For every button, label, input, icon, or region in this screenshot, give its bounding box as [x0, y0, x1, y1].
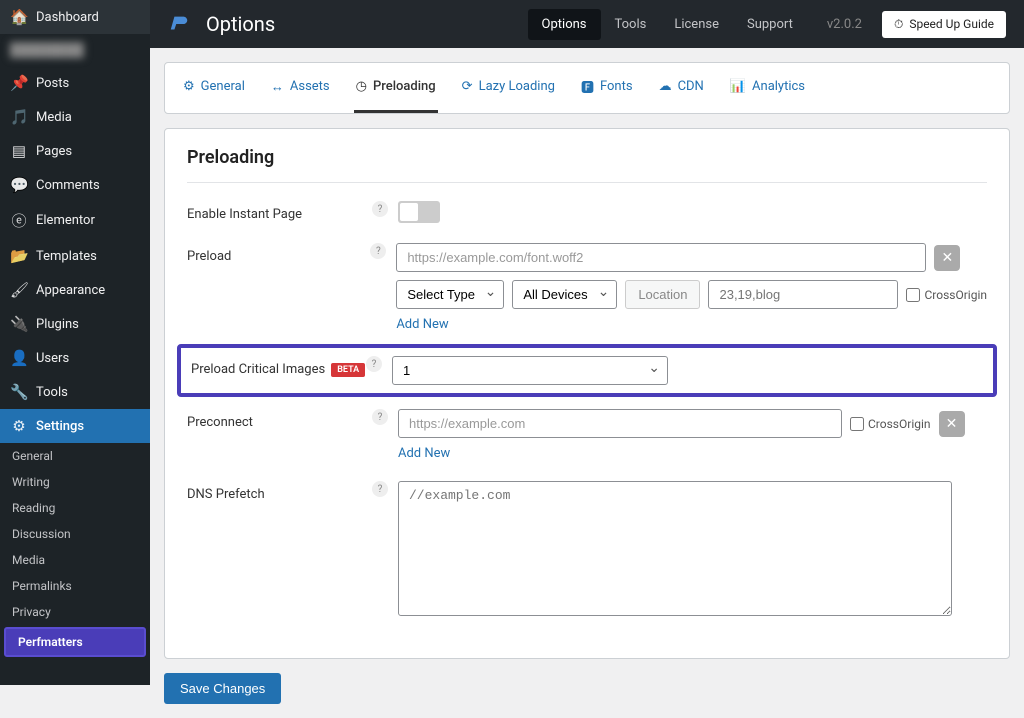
sidebar-item-tools[interactable]: 🔧Tools [0, 375, 150, 409]
add-new-preconnect-link[interactable]: Add New [398, 446, 450, 461]
preload-label: Preload [187, 243, 370, 264]
dashboard-icon: 🏠 [10, 8, 28, 26]
tab-general[interactable]: ⚙General [181, 63, 247, 113]
code-icon: ↔ [271, 79, 284, 95]
pin-icon: 📌 [10, 74, 28, 92]
cloud-icon: ☁ [659, 79, 672, 94]
perfmatters-logo-icon [168, 13, 190, 35]
sidebar-item-pages[interactable]: ▤Pages [0, 134, 150, 168]
sidebar-item-plugins[interactable]: 🔌Plugins [0, 307, 150, 341]
location-button[interactable]: Location [625, 280, 700, 309]
sidebar-item-templates[interactable]: 📂Templates [0, 239, 150, 273]
crossorigin-checkbox[interactable] [906, 288, 920, 302]
preconnect-crossorigin-label[interactable]: CrossOrigin [850, 417, 931, 431]
preload-row: Preload ? ✕ Select Type All Devices Loca… [187, 243, 987, 332]
clock-icon: ◷ [356, 79, 367, 94]
topbar-tab-license[interactable]: License [660, 9, 733, 40]
elementor-icon: ⓔ [10, 210, 28, 231]
media-icon: 🎵 [10, 108, 28, 126]
location-input[interactable] [708, 280, 898, 309]
help-icon[interactable]: ? [366, 356, 382, 372]
main-area: Options Options Tools License Support v2… [150, 0, 1024, 685]
templates-icon: 📂 [10, 247, 28, 265]
settings-icon: ⚙ [10, 417, 28, 435]
tab-analytics[interactable]: 📊Analytics [728, 63, 807, 113]
preconnect-crossorigin-checkbox[interactable] [850, 417, 864, 431]
instant-page-toggle[interactable] [398, 201, 440, 223]
gauge-icon: ⏱ [894, 17, 903, 32]
select-type-dropdown[interactable]: Select Type [396, 280, 504, 309]
topbar-tab-tools[interactable]: Tools [601, 9, 661, 40]
sidebar-item-elementor[interactable]: ⓔElementor [0, 202, 150, 239]
refresh-icon: ⟳ [462, 79, 473, 94]
plugin-topbar: Options Options Tools License Support v2… [150, 0, 1024, 48]
preconnect-url-input[interactable] [398, 409, 842, 438]
tools-icon: 🔧 [10, 383, 28, 401]
topbar-tab-options[interactable]: Options [528, 9, 601, 40]
all-devices-dropdown[interactable]: All Devices [512, 280, 617, 309]
sidebar-sub-discussion[interactable]: Discussion [0, 521, 150, 547]
sidebar-item-users[interactable]: 👤Users [0, 341, 150, 375]
appearance-icon: 🖌 [10, 281, 28, 299]
sidebar-sub-writing[interactable]: Writing [0, 469, 150, 495]
help-icon[interactable]: ? [370, 243, 386, 259]
page-title: Options [206, 12, 518, 36]
preloading-panel: Preloading Enable Instant Page ? Preload… [164, 128, 1010, 659]
version-label: v2.0.2 [827, 17, 862, 32]
sidebar-item-comments[interactable]: 💬Comments [0, 168, 150, 202]
dns-prefetch-label: DNS Prefetch [187, 481, 372, 502]
dns-prefetch-row: DNS Prefetch ? [187, 481, 987, 620]
sidebar-sub-privacy[interactable]: Privacy [0, 599, 150, 625]
content-area: ⚙General ↔Assets ◷Preloading ⟳Lazy Loadi… [150, 48, 1024, 718]
delete-preload-button[interactable]: ✕ [934, 245, 960, 271]
sidebar-item-appearance[interactable]: 🖌Appearance [0, 273, 150, 307]
sidebar-sub-general[interactable]: General [0, 443, 150, 469]
help-icon[interactable]: ? [372, 409, 388, 425]
preload-url-input[interactable] [396, 243, 926, 272]
dns-prefetch-textarea[interactable] [398, 481, 952, 616]
speed-up-guide-button[interactable]: ⏱Speed Up Guide [882, 11, 1006, 38]
critical-images-dropdown[interactable]: 1 [392, 356, 668, 385]
sidebar-sub-permalinks[interactable]: Permalinks [0, 573, 150, 599]
critical-images-row: Preload Critical ImagesBETA ? 1 [177, 344, 997, 397]
comments-icon: 💬 [10, 176, 28, 194]
gear-icon: ⚙ [183, 79, 195, 94]
sidebar-item-dashboard[interactable]: 🏠Dashboard [0, 0, 150, 34]
tab-preloading[interactable]: ◷Preloading [354, 63, 438, 113]
chart-icon: 📊 [730, 79, 746, 94]
panel-title: Preloading [187, 147, 987, 183]
admin-sidebar: 🏠Dashboard ████████ 📌Posts 🎵Media ▤Pages… [0, 0, 150, 685]
instant-page-label: Enable Instant Page [187, 201, 372, 222]
sidebar-sub-reading[interactable]: Reading [0, 495, 150, 521]
sidebar-item-media[interactable]: 🎵Media [0, 100, 150, 134]
tab-cdn[interactable]: ☁CDN [657, 63, 706, 113]
font-icon: 🅵 [581, 77, 594, 96]
crossorigin-checkbox-label[interactable]: CrossOrigin [906, 288, 987, 302]
critical-images-label: Preload Critical ImagesBETA [191, 356, 366, 377]
sidebar-item-posts[interactable]: 📌Posts [0, 66, 150, 100]
save-changes-button[interactable]: Save Changes [164, 673, 281, 704]
beta-badge: BETA [331, 363, 365, 377]
sidebar-item-obscured: ████████ [0, 34, 150, 66]
plugins-icon: 🔌 [10, 315, 28, 333]
help-icon[interactable]: ? [372, 201, 388, 217]
preconnect-label: Preconnect [187, 409, 372, 430]
sidebar-item-settings[interactable]: ⚙Settings [0, 409, 150, 443]
delete-preconnect-button[interactable]: ✕ [939, 411, 965, 437]
tab-lazy-loading[interactable]: ⟳Lazy Loading [460, 63, 557, 113]
users-icon: 👤 [10, 349, 28, 367]
topbar-tab-support[interactable]: Support [733, 9, 807, 40]
tab-fonts[interactable]: 🅵Fonts [579, 63, 635, 113]
instant-page-row: Enable Instant Page ? [187, 201, 987, 223]
tab-assets[interactable]: ↔Assets [269, 63, 332, 113]
help-icon[interactable]: ? [372, 481, 388, 497]
plugin-tabs: ⚙General ↔Assets ◷Preloading ⟳Lazy Loadi… [164, 62, 1010, 114]
preconnect-row: Preconnect ? CrossOrigin ✕ Add New [187, 409, 987, 461]
pages-icon: ▤ [10, 142, 28, 160]
sidebar-sub-media[interactable]: Media [0, 547, 150, 573]
sidebar-sub-perfmatters[interactable]: Perfmatters [4, 627, 146, 657]
add-new-preload-link[interactable]: Add New [396, 317, 448, 332]
topbar-tabs: Options Tools License Support [528, 9, 807, 40]
